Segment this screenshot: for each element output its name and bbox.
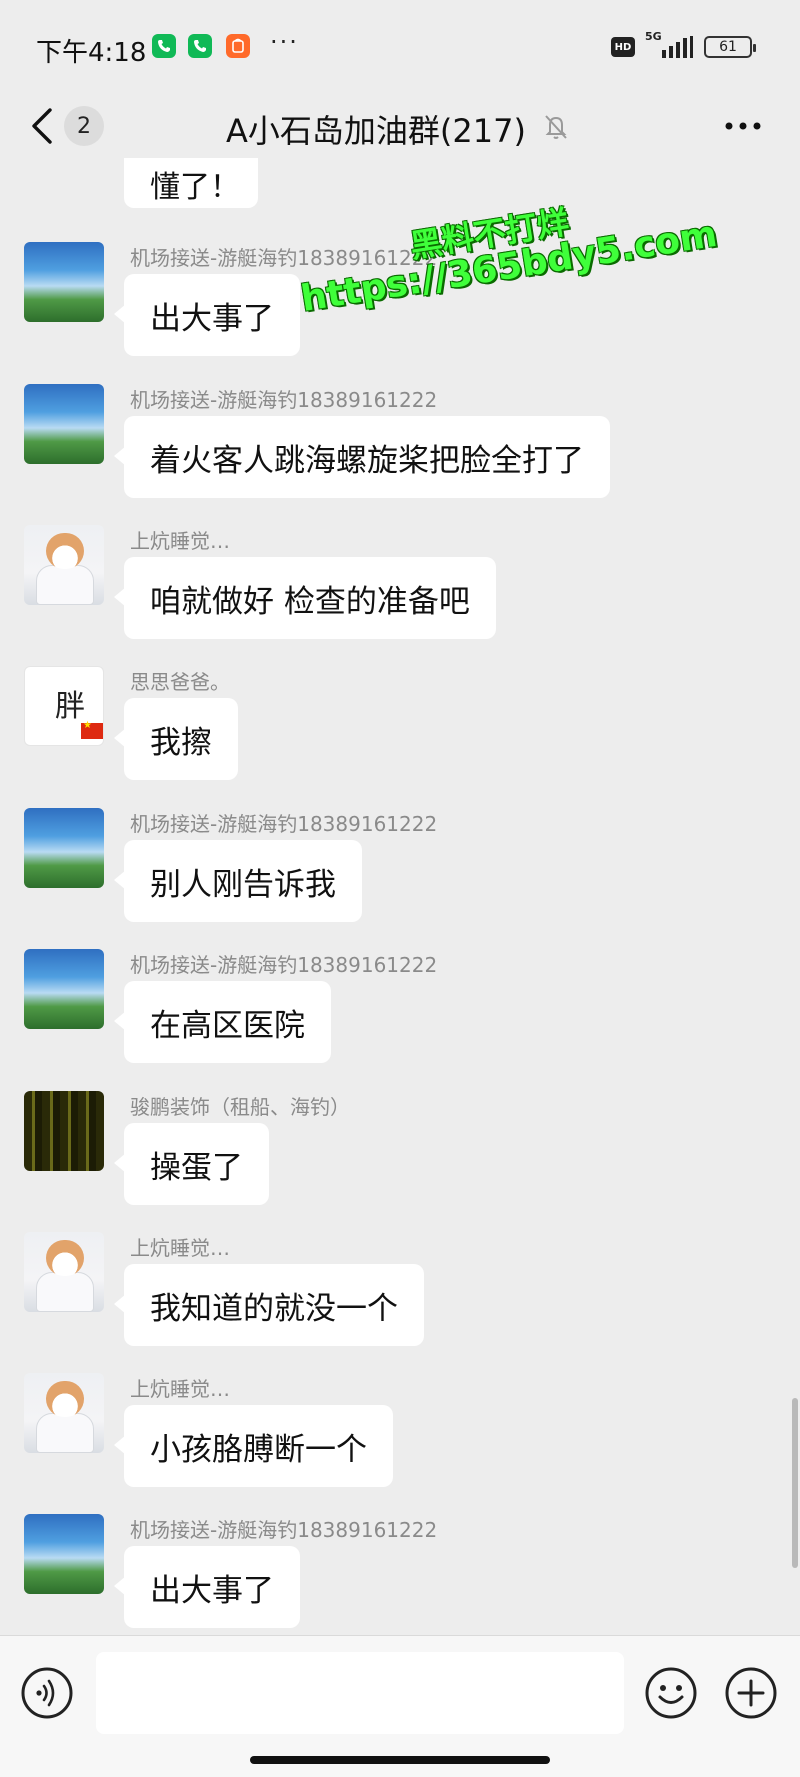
avatar[interactable]: 胖 (24, 666, 104, 746)
sender-name: 上炕睡觉… (130, 1236, 230, 1260)
status-time: 下午4:18 (36, 38, 147, 68)
orange-app-icon (226, 34, 250, 58)
message-row: 机场接送-游艇海钓18389161222 在高区医院 (0, 935, 800, 1075)
message-row: 上炕睡觉… 我知道的就没一个 (0, 1218, 800, 1358)
home-indicator[interactable] (250, 1756, 550, 1764)
message-bubble[interactable]: 我知道的就没一个 (114, 1264, 424, 1346)
cat-avatar-head (46, 1240, 84, 1276)
partial-message-text: 懂了！ (150, 170, 240, 205)
cat-avatar-body (36, 1413, 94, 1453)
cat-avatar-head (46, 533, 84, 569)
sender-name: 机场接送-游艇海钓18389161222 (130, 1518, 438, 1542)
avatar-character: 胖 (55, 689, 85, 724)
message-row: 胖 思思爸爸。 我擦 (0, 652, 800, 792)
phone-green-icon (152, 34, 176, 58)
hd-badge: HD (611, 37, 635, 57)
message-bubble[interactable]: 我擦 (114, 698, 238, 780)
status-overflow-dots: ··· (270, 28, 299, 56)
message-row: 机场接送-游艇海钓18389161222 别人刚告诉我 (0, 794, 800, 934)
avatar[interactable] (24, 384, 104, 464)
avatar[interactable] (24, 1091, 104, 1171)
avatar[interactable] (24, 1373, 104, 1453)
message-row: 骏鹏装饰（租船、海钓） 操蛋了 (0, 1077, 800, 1217)
china-flag-icon (81, 720, 103, 739)
message-bubble[interactable]: 操蛋了 (114, 1123, 269, 1205)
cat-avatar-body (36, 565, 94, 605)
status-bar: 下午4:18 ··· HD 5G 61 (0, 0, 800, 96)
message-bubble[interactable]: 出大事了 (114, 1546, 300, 1628)
message-bubble[interactable]: 小孩胳膊断一个 (114, 1405, 393, 1487)
avatar[interactable] (24, 1514, 104, 1594)
sender-name: 上炕睡觉… (130, 529, 230, 553)
partial-message-bubble[interactable]: 懂了！ (124, 158, 258, 208)
avatar[interactable] (24, 242, 104, 322)
unread-count-badge[interactable]: 2 (64, 106, 104, 146)
cat-avatar-body (36, 1272, 94, 1312)
message-bubble[interactable]: 别人刚告诉我 (114, 840, 362, 922)
message-row: 上炕睡觉… 咱就做好 检查的准备吧 (0, 511, 800, 651)
voice-icon[interactable] (20, 1666, 74, 1720)
message-row: 机场接送-游艇海钓18389161222 出大事了 (0, 228, 800, 368)
sender-name: 机场接送-游艇海钓18389161222 (130, 953, 438, 977)
back-icon[interactable] (26, 106, 60, 146)
sender-name: 机场接送-游艇海钓18389161222 (130, 812, 438, 836)
avatar[interactable] (24, 949, 104, 1029)
message-row: 上炕睡觉… 小孩胳膊断一个 (0, 1359, 800, 1499)
avatar[interactable] (24, 808, 104, 888)
chat-title: A小石岛加油群(217) (226, 112, 526, 150)
message-input[interactable] (96, 1652, 624, 1734)
sender-name: 上炕睡觉… (130, 1377, 230, 1401)
sender-name: 思思爸爸。 (130, 670, 230, 694)
cat-avatar-head (46, 1381, 84, 1417)
chat-header: 2 A小石岛加油群(217) (0, 96, 800, 158)
signal-bars-icon (662, 36, 693, 58)
battery-indicator: 61 (704, 36, 756, 58)
sender-name: 机场接送-游艇海钓18389161222 (130, 246, 438, 270)
mute-bell-icon (545, 115, 567, 139)
message-row: 机场接送-游艇海钓18389161222 着火客人跳海螺旋桨把脸全打了 (0, 370, 800, 510)
more-icon[interactable] (722, 110, 764, 142)
sender-name: 骏鹏装饰（租船、海钓） (130, 1095, 350, 1119)
avatar[interactable] (24, 1232, 104, 1312)
phone-green-icon (188, 34, 212, 58)
message-bubble[interactable]: 在高区医院 (114, 981, 331, 1063)
message-row: 机场接送-游艇海钓18389161222 出大事了 (0, 1500, 800, 1635)
message-bubble[interactable]: 着火客人跳海螺旋桨把脸全打了 (114, 416, 610, 498)
message-bubble[interactable]: 出大事了 (114, 274, 300, 356)
avatar[interactable] (24, 525, 104, 605)
emoji-icon[interactable] (644, 1666, 698, 1720)
sender-name: 机场接送-游艇海钓18389161222 (130, 388, 438, 412)
scroll-indicator[interactable] (792, 1398, 798, 1568)
message-bubble[interactable]: 咱就做好 检查的准备吧 (114, 557, 496, 639)
plus-icon[interactable] (724, 1666, 778, 1720)
message-list[interactable]: 懂了！ 机场接送-游艇海钓18389161222 出大事了 机场接送-游艇海钓1… (0, 158, 800, 1635)
